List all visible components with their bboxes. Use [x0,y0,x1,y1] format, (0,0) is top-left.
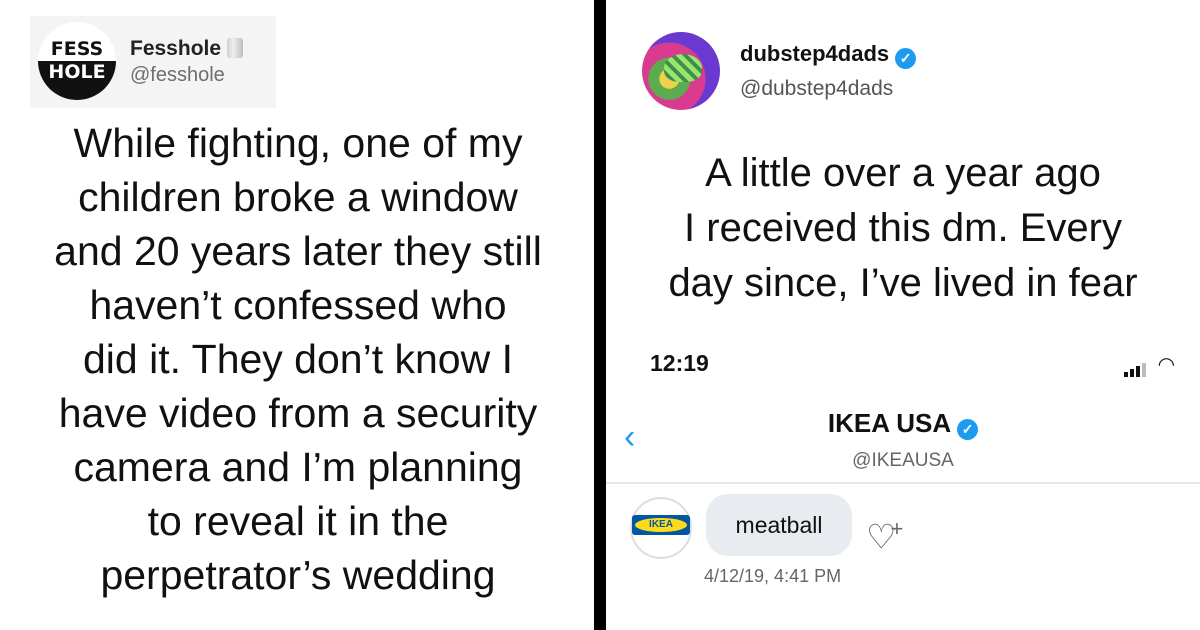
panel-divider [594,0,606,630]
fesshole-tweet-card: FESS HOLE Fesshole @fesshole While fight… [0,0,594,630]
fesshole-avatar[interactable]: FESS HOLE [38,22,116,100]
tweet-line: camera and I’m planning [73,444,523,490]
signal-bar-icon [1136,366,1140,377]
tweet-line: to reveal it in the [147,498,449,544]
tweet-line: I received this dm. Every [684,206,1122,250]
signal-bar-icon [1130,369,1134,377]
toilet-roll-icon [227,38,244,58]
message-timestamp: 4/12/19, 4:41 PM [704,566,842,586]
heart-plus-icon[interactable]: ♡+ [866,512,903,554]
dubstep4dads-avatar[interactable] [642,32,720,110]
avatar-logo-line1: FESS [50,38,104,60]
turtle-shell-icon [664,54,702,82]
fesshole-display-name[interactable]: Fesshole [130,37,244,61]
tweet-line: day since, I’ve lived in fear [668,261,1138,305]
fesshole-handle[interactable]: @fesshole [130,64,225,87]
verified-badge-icon: ✓ [957,419,979,440]
tweet-line: have video from a security [58,390,538,436]
verified-badge-icon: ✓ [895,48,917,69]
status-bar-icons: ◠ [1124,352,1175,377]
ikea-logo-icon: IKEA [632,515,690,535]
status-bar-time: 12:19 [650,350,709,376]
display-name-text: Fesshole [130,37,222,60]
fesshole-tweet-text: While fighting, one of my children broke… [20,116,576,602]
dm-contact-name[interactable]: IKEA USA ✓ [606,408,1200,440]
display-name-text: dubstep4dads [740,41,890,66]
ikea-logo-text: IKEA [635,518,687,532]
contact-name-text: IKEA USA [827,408,952,438]
dubstep4dads-tweet-text: A little over a year ago I received this… [606,146,1200,311]
dubstep4dads-tweet-card: dubstep4dads ✓ @dubstep4dads A little ove… [606,0,1200,630]
tweet-line: did it. They don’t know I [83,336,513,382]
dubstep4dads-handle[interactable]: @dubstep4dads [740,77,893,101]
tweet-line: and 20 years later they still [54,228,542,274]
tweet-line: haven’t confessed who [89,282,507,328]
tweet-line: children broke a window [78,174,518,220]
tweet-line: A little over a year ago [705,151,1101,195]
signal-bar-icon [1124,372,1128,377]
dubstep4dads-display-name[interactable]: dubstep4dads ✓ [740,41,917,69]
avatar-logo-line2: HOLE [48,61,106,83]
message-bubble[interactable]: meatball [706,494,852,556]
dm-contact-handle[interactable]: @IKEAUSA [606,450,1200,472]
signal-bar-icon [1142,363,1146,377]
tweet-line: perpetrator’s wedding [100,552,496,598]
wifi-icon: ◠ [1157,354,1176,376]
tweet-line: While fighting, one of my [73,120,523,166]
dm-header-divider [606,482,1200,484]
